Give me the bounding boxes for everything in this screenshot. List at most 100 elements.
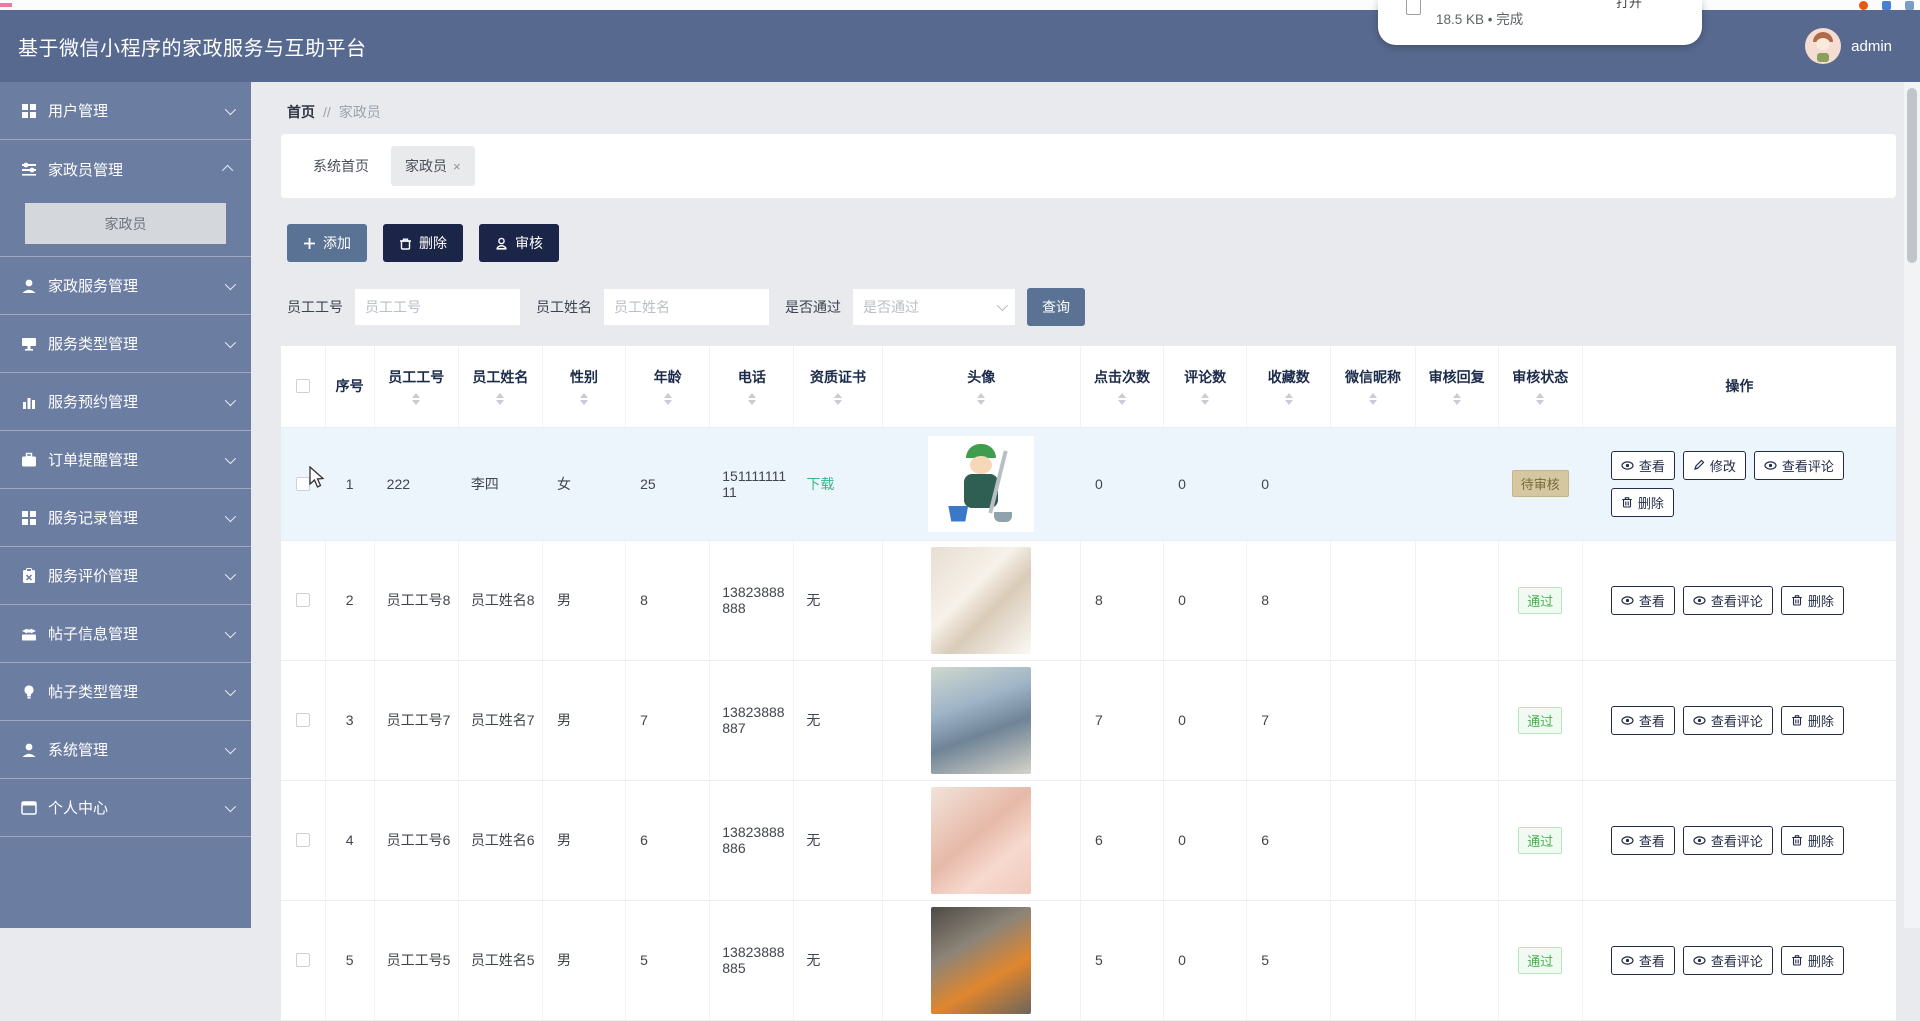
view-row-button[interactable]: 查看: [1611, 706, 1675, 735]
query-button[interactable]: 查询: [1027, 288, 1085, 326]
sort-icon[interactable]: [1369, 393, 1377, 405]
column-header[interactable]: 年龄: [626, 346, 710, 427]
column-header[interactable]: 员工工号: [374, 346, 458, 427]
cell-clicks: 8: [1080, 540, 1163, 660]
cell-gender: 男: [542, 540, 625, 660]
cell-wechat: [1331, 427, 1415, 540]
sidebar-item-user-mgmt[interactable]: 用户管理: [0, 82, 251, 140]
sort-icon[interactable]: [1453, 393, 1461, 405]
blue-extension-icon-2[interactable]: [1905, 1, 1914, 10]
column-header[interactable]: 性别: [542, 346, 625, 427]
sidebar: 用户管理 家政员管理 家政员 家政服务管理 服务类型管理 服务预约管理 订单提醒…: [0, 82, 251, 928]
cell-comments: 0: [1164, 427, 1247, 540]
column-header[interactable]: 电话: [710, 346, 794, 427]
column-header[interactable]: 审核回复: [1415, 346, 1498, 427]
download-open-label[interactable]: 打开: [1616, 0, 1642, 11]
sort-icon[interactable]: [977, 393, 985, 405]
sidebar-item-system-mgmt[interactable]: 系统管理: [0, 721, 251, 779]
view-row-button[interactable]: 查看: [1611, 826, 1675, 855]
orange-extension-icon[interactable]: [1859, 1, 1868, 10]
sort-icon[interactable]: [412, 393, 420, 405]
sidebar-item-housekeeper-mgmt[interactable]: 家政员管理: [0, 140, 251, 198]
view-row-button[interactable]: 查看: [1611, 586, 1675, 615]
breadcrumb-home[interactable]: 首页: [287, 102, 315, 122]
row-checkbox[interactable]: [296, 833, 310, 847]
sidebar-item-order-reminder-mgmt[interactable]: 订单提醒管理: [0, 431, 251, 489]
trash-icon: [399, 237, 412, 250]
cell-clicks: 5: [1080, 900, 1163, 1020]
name-label: 员工姓名: [536, 297, 592, 317]
row-checkbox[interactable]: [296, 593, 310, 607]
scrollbar-thumb[interactable]: [1907, 88, 1917, 263]
select-all-checkbox[interactable]: [296, 379, 310, 393]
view-comments-row-button[interactable]: 查看评论: [1683, 946, 1773, 975]
add-button[interactable]: 添加: [287, 224, 367, 262]
sidebar-item-service-mgmt[interactable]: 家政服务管理: [0, 257, 251, 315]
chevron-down-icon: [997, 300, 1008, 311]
column-header[interactable]: 点击次数: [1080, 346, 1163, 427]
data-table-card: 序号员工工号员工姓名性别年龄电话资质证书头像点击次数评论数收藏数微信昵称审核回复…: [281, 346, 1896, 1021]
sidebar-subitem-housekeeper[interactable]: 家政员: [25, 203, 226, 244]
delete-row-button[interactable]: 删除: [1781, 946, 1844, 975]
view-row-button[interactable]: 查看: [1611, 946, 1675, 975]
sort-icon[interactable]: [496, 393, 504, 405]
view-comments-row-button[interactable]: 查看评论: [1683, 826, 1773, 855]
chevron-down-icon: [225, 742, 236, 753]
delete-row-button[interactable]: 删除: [1781, 706, 1844, 735]
delete-row-button[interactable]: 删除: [1781, 826, 1844, 855]
name-input[interactable]: [604, 289, 769, 325]
sidebar-item-service-record-mgmt[interactable]: 服务记录管理: [0, 489, 251, 547]
column-header[interactable]: 资质证书: [794, 346, 882, 427]
person-icon: [20, 277, 38, 295]
column-header[interactable]: 员工姓名: [458, 346, 542, 427]
sort-icon[interactable]: [580, 393, 588, 405]
tab-housekeeper[interactable]: 家政员 ×: [391, 146, 475, 186]
view-comments-row-button[interactable]: 查看评论: [1754, 451, 1844, 480]
main-content: 首页 // 家政员 系统首页 家政员 × 添加 删除 审核 员工工号 员工姓名 …: [251, 82, 1904, 928]
cert-text: 无: [806, 592, 820, 608]
sidebar-item-post-type-mgmt[interactable]: 帖子类型管理: [0, 663, 251, 721]
view-comments-row-button[interactable]: 查看评论: [1683, 706, 1773, 735]
delete-button[interactable]: 删除: [383, 224, 463, 262]
edit-row-button[interactable]: 修改: [1683, 451, 1746, 480]
vertical-scrollbar[interactable]: [1904, 82, 1920, 928]
delete-row-button[interactable]: 删除: [1611, 488, 1674, 517]
cert-download-link[interactable]: 下载: [806, 476, 834, 492]
audit-button[interactable]: 审核: [479, 224, 559, 262]
sort-icon[interactable]: [748, 393, 756, 405]
sort-icon[interactable]: [834, 393, 842, 405]
sort-icon[interactable]: [1536, 393, 1544, 405]
sort-icon[interactable]: [664, 393, 672, 405]
sidebar-item-service-review-mgmt[interactable]: 服务评价管理: [0, 547, 251, 605]
sidebar-item-booking-mgmt[interactable]: 服务预约管理: [0, 373, 251, 431]
sidebar-item-post-info-mgmt[interactable]: 帖子信息管理: [0, 605, 251, 663]
sidebar-item-personal-center[interactable]: 个人中心: [0, 779, 251, 837]
cell-favorites: 7: [1247, 660, 1331, 780]
sort-icon[interactable]: [1285, 393, 1293, 405]
blue-extension-icon[interactable]: [1882, 1, 1891, 10]
cell-status: 待审核: [1498, 427, 1582, 540]
view-row-button[interactable]: 查看: [1611, 451, 1675, 480]
delete-row-button[interactable]: 删除: [1781, 586, 1844, 615]
view-comments-row-button[interactable]: 查看评论: [1683, 586, 1773, 615]
column-header[interactable]: 评论数: [1164, 346, 1247, 427]
close-icon[interactable]: ×: [453, 159, 461, 174]
row-checkbox[interactable]: [296, 953, 310, 967]
column-header[interactable]: 微信昵称: [1331, 346, 1415, 427]
sidebar-item-service-type-mgmt[interactable]: 服务类型管理: [0, 315, 251, 373]
chevron-down-icon: [225, 800, 236, 811]
sort-icon[interactable]: [1118, 393, 1126, 405]
column-header[interactable]: 审核状态: [1498, 346, 1582, 427]
avatar: [1805, 28, 1841, 64]
download-notification[interactable]: 打开 18.5 KB • 完成: [1378, 0, 1702, 45]
user-menu[interactable]: admin: [1805, 28, 1892, 64]
sort-icon[interactable]: [1201, 393, 1209, 405]
empno-input[interactable]: [355, 289, 520, 325]
tab-system-home[interactable]: 系统首页: [299, 146, 383, 186]
row-checkbox[interactable]: [296, 477, 310, 491]
cell-actions: 查看查看评论删除: [1582, 660, 1896, 780]
column-header[interactable]: 头像: [882, 346, 1080, 427]
pass-select[interactable]: 是否通过: [853, 289, 1015, 325]
row-checkbox[interactable]: [296, 713, 310, 727]
column-header[interactable]: 收藏数: [1247, 346, 1331, 427]
